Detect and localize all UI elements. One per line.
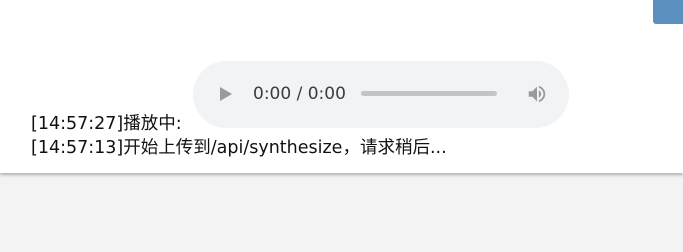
main-panel: 0:00 / 0:00 [14:57:27]播放中: [14:57:13]开始上… bbox=[0, 0, 683, 173]
audio-time-display: 0:00 / 0:00 bbox=[253, 84, 346, 104]
log-line: [14:57:13]开始上传到/api/synthesize，请求稍后... bbox=[31, 138, 447, 158]
corner-tab-button[interactable] bbox=[653, 0, 683, 24]
audio-seek-bar[interactable] bbox=[361, 91, 497, 96]
status-log: [14:57:27]播放中: [14:57:13]开始上传到/api/synth… bbox=[31, 112, 447, 160]
play-icon[interactable] bbox=[220, 87, 232, 101]
log-line: [14:57:27]播放中: bbox=[31, 114, 182, 134]
volume-icon[interactable] bbox=[526, 83, 548, 105]
